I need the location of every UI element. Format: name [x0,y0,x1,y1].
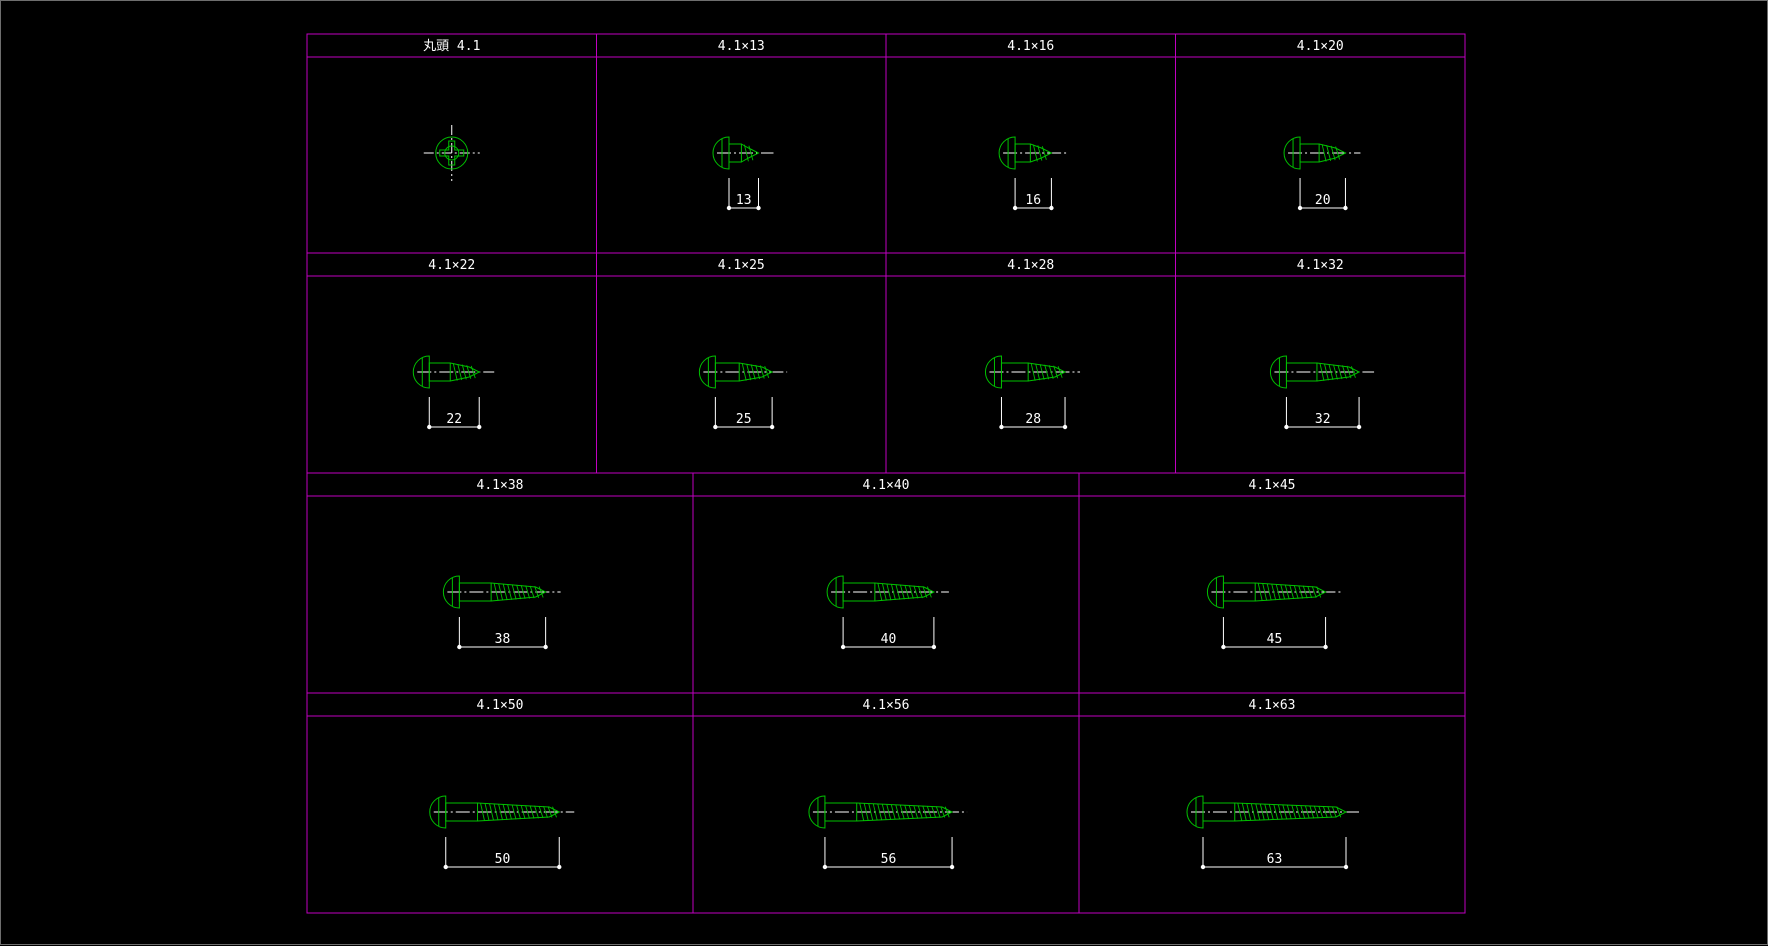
dimension-label: 32 [1315,412,1331,427]
dimension-32: 32 [1284,397,1362,430]
dimension-38: 38 [457,617,548,650]
dimension-dot-left [1297,205,1303,211]
dimension-dot-right [1356,424,1362,430]
cell-title: 4.1×16 [1007,39,1054,54]
dimension-label: 16 [1025,193,1041,208]
dimension-22: 22 [427,397,482,430]
dimension-label: 38 [495,632,511,647]
screw-cell: 4.1×40 40 [692,473,949,693]
screw-cell: 4.1×20 20 [1175,34,1361,254]
dimension-dot-right [769,424,775,430]
cad-viewport[interactable]: 丸頭 4.1 4.1×13 13 4.1×16 16 4.1×20 20 4.1×22 22 4.… [0,0,1768,945]
dimension-56: 56 [822,837,955,870]
dimension-dot-right [1343,864,1349,870]
dimension-dot-left [822,864,828,870]
dimension-13: 13 [726,178,761,211]
dimension-16: 16 [1012,178,1054,211]
screw-thread-lines [1237,803,1342,821]
dimension-dot-left [443,864,448,870]
dimension-label: 22 [446,412,462,427]
cell-title: 4.1×13 [718,39,765,54]
dimension-45: 45 [1221,617,1328,650]
dimension-label: 63 [1267,852,1283,867]
cell-title: 4.1×56 [863,698,910,713]
dimension-dot-left [713,424,718,430]
dimension-25: 25 [713,397,775,430]
dimension-dot-right [543,644,548,650]
dimension-dot-left [1200,864,1206,870]
screw-cell: 4.1×13 13 [596,34,774,254]
dimension-dot-right [1049,205,1054,211]
screw-cell: 4.1×56 56 [692,693,968,913]
dimension-dot-right [756,205,761,211]
dimension-label: 20 [1315,193,1331,208]
drawing-sheet: 丸頭 4.1 4.1×13134.1×16164.1×20204.1×22224.… [306,33,1466,914]
dimension-label: 56 [881,852,897,867]
cell-title: 4.1×45 [1249,478,1296,493]
dimension-dot-left [726,205,732,211]
screw-cell: 4.1×22 22 [412,258,495,430]
screw-cell: 4.1×45 45 [1078,473,1341,693]
screw-cell: 4.1×50 50 [429,698,575,870]
cell-title: 4.1×25 [718,258,765,273]
cell-title: 4.1×50 [477,698,524,713]
cell-title: 4.1×40 [863,478,910,493]
dimension-dot-left [1284,424,1289,430]
dimension-63: 63 [1200,837,1349,870]
dimension-dot-right [949,864,955,870]
screw-cell: 4.1×63 63 [1078,693,1362,913]
dimension-dot-right [477,424,482,430]
dimension-dot-right [1343,205,1348,211]
screw-cell: 4.1×28 28 [885,253,1081,473]
cell-title: 4.1×32 [1297,258,1344,273]
dimension-label: 28 [1025,412,1041,427]
dimension-28: 28 [999,397,1068,430]
screw-cell: 丸頭 4.1 [423,39,480,181]
dimension-label: 50 [495,852,511,867]
dimension-label: 25 [736,412,752,427]
dimension-dot-right [557,864,562,870]
cell-title: 4.1×28 [1007,258,1054,273]
dimension-dot-left [1221,644,1226,650]
screw-thread-lines [480,803,557,821]
cell-title: 4.1×38 [477,478,524,493]
dimension-label: 40 [881,632,897,647]
screw-cell: 4.1×38 38 [442,478,561,650]
dimension-dot-right [1062,424,1068,430]
screw-cell: 4.1×16 16 [885,34,1067,254]
cell-title: 4.1×22 [428,258,475,273]
dimension-dot-left [999,424,1004,430]
screw-cell: 4.1×25 25 [596,253,788,473]
cell-title: 4.1×20 [1297,39,1344,54]
dimension-dot-right [931,644,937,650]
cell-title: 4.1×63 [1249,698,1296,713]
screw-cell: 4.1×32 32 [1175,253,1375,473]
dimension-20: 20 [1297,178,1348,211]
dimension-dot-right [1323,644,1328,650]
dimension-dot-left [1012,205,1018,211]
dimension-label: 13 [736,193,752,208]
dimension-50: 50 [443,837,562,870]
dimension-label: 45 [1267,632,1283,647]
cell-title: 丸頭 4.1 [423,39,480,54]
dimension-dot-left [427,424,432,430]
dimension-dot-left [457,644,462,650]
dimension-40: 40 [840,617,937,650]
dimension-dot-left [840,644,846,650]
